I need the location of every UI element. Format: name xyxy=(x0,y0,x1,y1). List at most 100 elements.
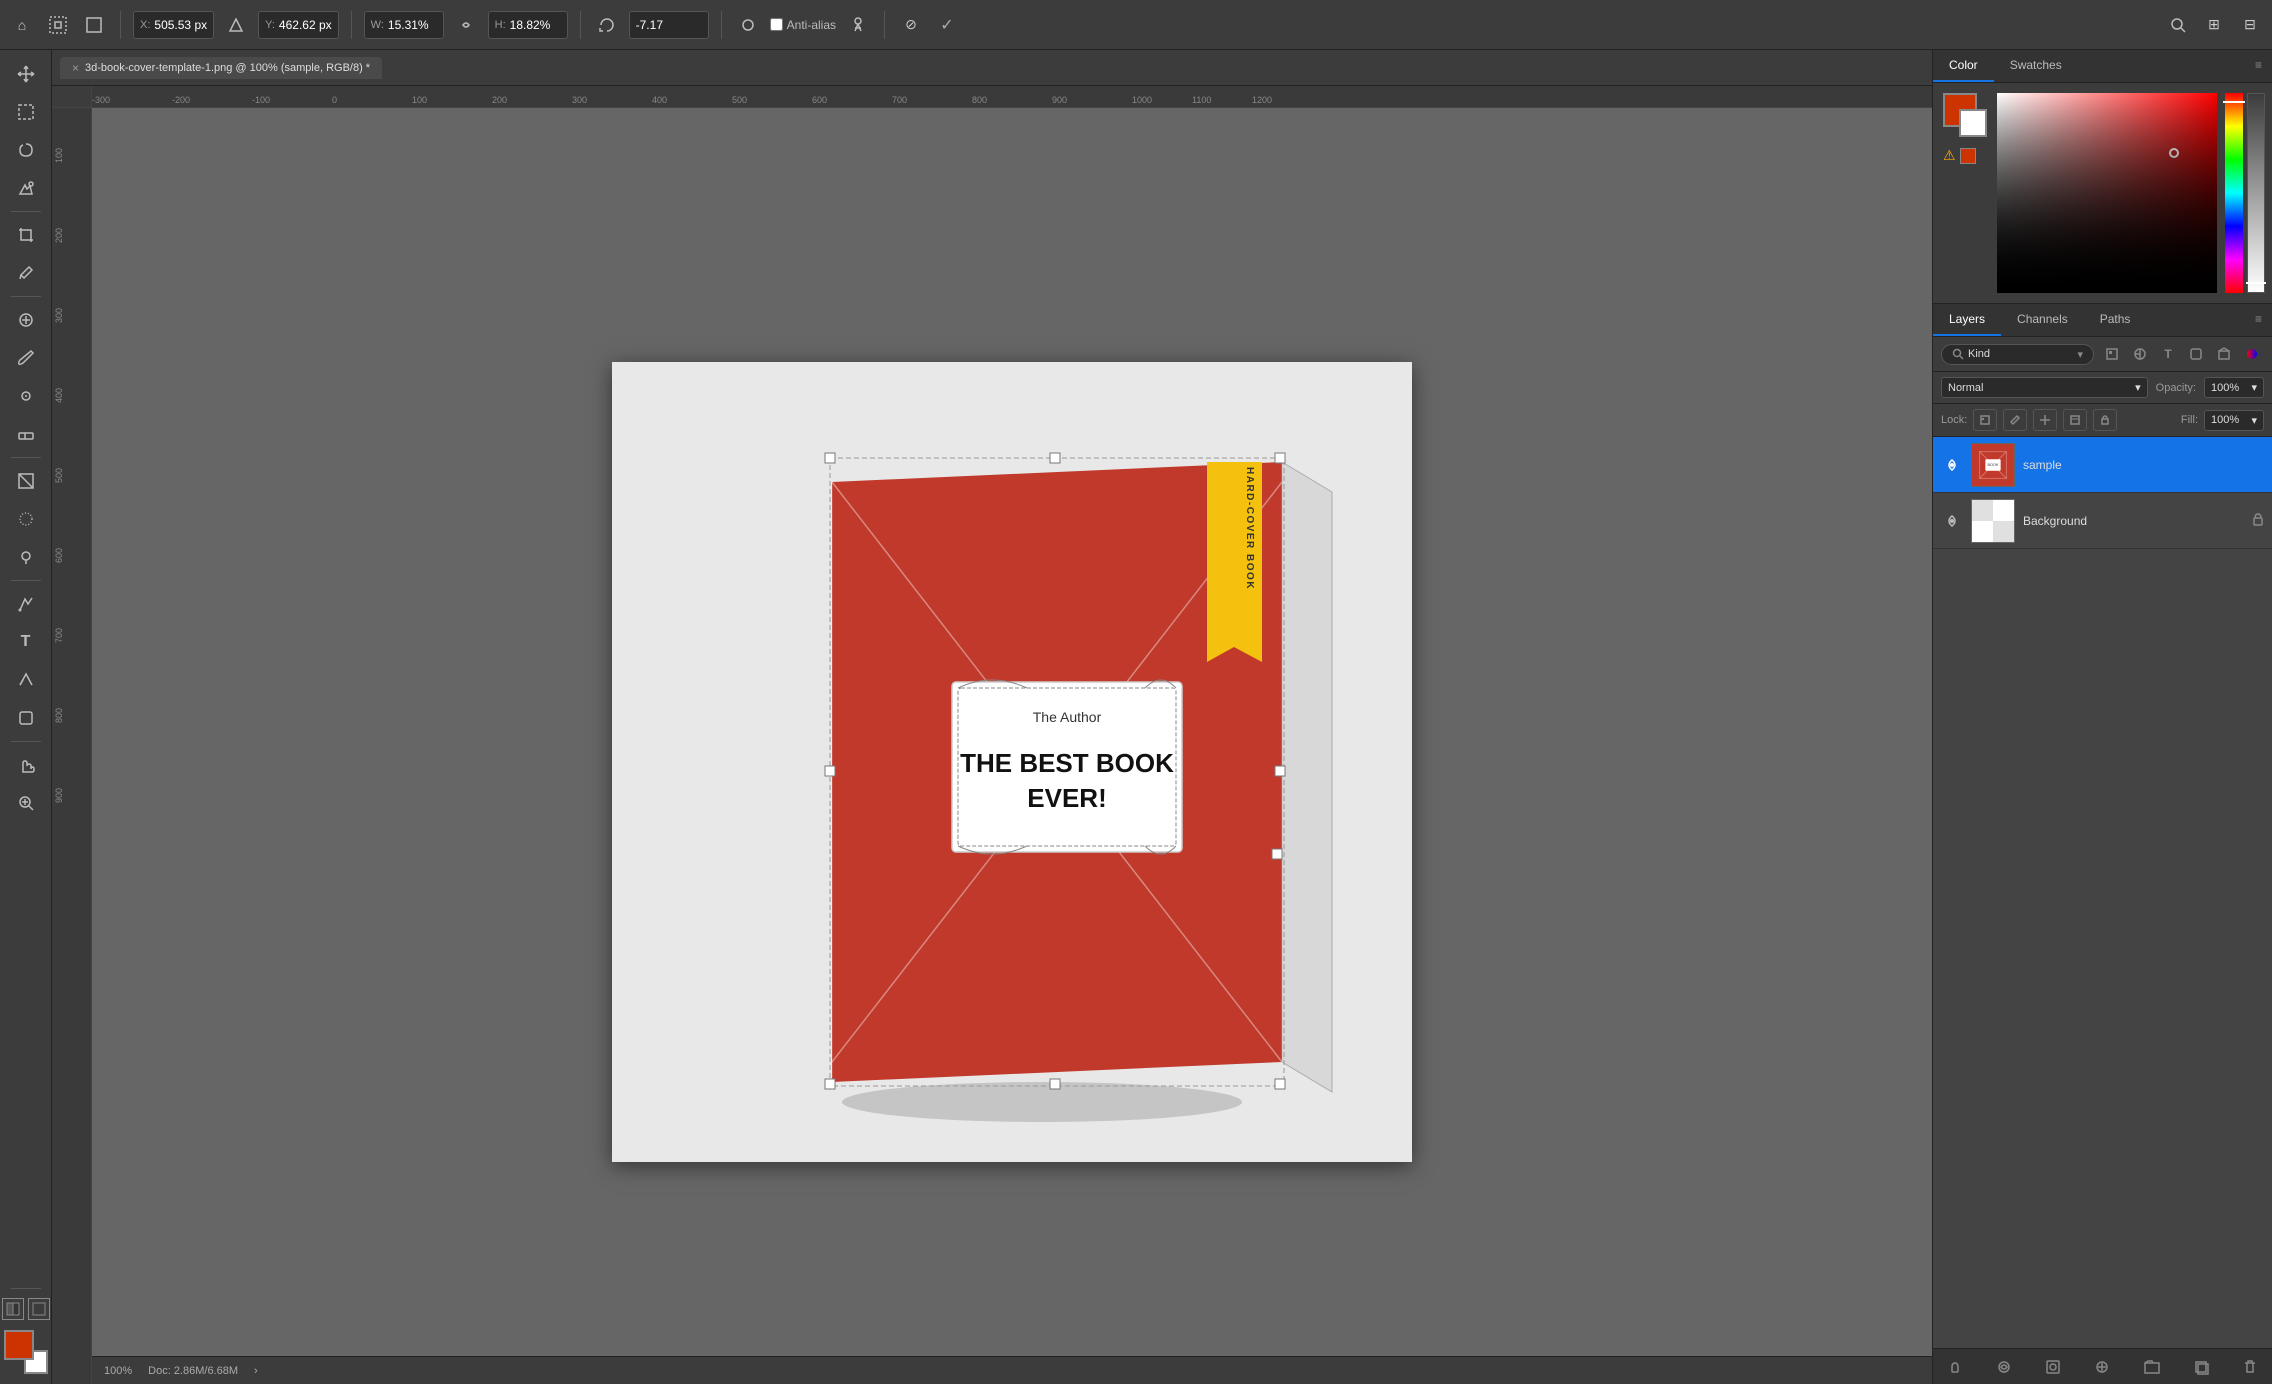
lock-all-btn[interactable] xyxy=(2093,409,2117,431)
lock-paint-btn[interactable] xyxy=(2003,409,2027,431)
text-tool[interactable]: T xyxy=(8,624,44,660)
alpha-slider[interactable] xyxy=(2247,93,2265,293)
ruler-tick: 100 xyxy=(412,95,427,105)
x-position-field[interactable]: X: 505.53 px xyxy=(133,11,214,39)
ruler-tick: 600 xyxy=(812,95,827,105)
color-panel-options[interactable]: ≡ xyxy=(2245,50,2272,82)
svg-text:THE BEST BOOK: THE BEST BOOK xyxy=(960,748,1174,778)
search-icon[interactable] xyxy=(2164,11,2192,39)
color-panel-tabs: Color Swatches ≡ xyxy=(1933,50,2272,83)
tab-swatches[interactable]: Swatches xyxy=(1994,50,2078,82)
ruler-tick: 1200 xyxy=(1252,95,1272,105)
tab-paths[interactable]: Paths xyxy=(2084,304,2147,336)
clone-stamp-tool[interactable] xyxy=(8,378,44,414)
healing-brush-tool[interactable] xyxy=(8,302,44,338)
edit-mode-icon[interactable] xyxy=(2,1298,24,1320)
tab-channels[interactable]: Channels xyxy=(2001,304,2084,336)
zoom-tool[interactable] xyxy=(8,785,44,821)
quick-select-tool[interactable] xyxy=(8,170,44,206)
layer-visibility-sample[interactable] xyxy=(1941,454,1963,476)
color-filter-toggle[interactable] xyxy=(2240,343,2264,365)
ruler-tick: 800 xyxy=(972,95,987,105)
shape-layer-filter[interactable] xyxy=(2184,343,2208,365)
background-color-swatch[interactable] xyxy=(1959,109,1987,137)
smart-object-filter[interactable] xyxy=(2212,343,2236,365)
puppet-warp-icon[interactable] xyxy=(844,11,872,39)
layer-item-background[interactable]: Background xyxy=(1933,493,2272,549)
fill-input[interactable]: 100% ▾ xyxy=(2204,410,2264,431)
svg-text:HARD-COVER BOOK: HARD-COVER BOOK xyxy=(1244,467,1255,590)
hue-slider[interactable] xyxy=(2225,93,2243,293)
layer-type-filters: T xyxy=(2100,343,2264,365)
frame-icon[interactable]: ⊞ xyxy=(2200,11,2228,39)
new-fill-layer-btn[interactable] xyxy=(2088,1353,2116,1381)
hand-tool[interactable] xyxy=(8,747,44,783)
brush-tool[interactable] xyxy=(8,340,44,376)
blur-tool[interactable] xyxy=(8,501,44,537)
tab-bar: × 3d-book-cover-template-1.png @ 100% (s… xyxy=(52,50,1932,86)
text-layer-filter[interactable]: T xyxy=(2156,343,2180,365)
path-selection-tool[interactable] xyxy=(8,662,44,698)
lock-move-btn[interactable] xyxy=(2033,409,2057,431)
gradient-tool[interactable] xyxy=(8,463,44,499)
layers-filter-toolbar: Kind ▾ T xyxy=(1933,337,2272,372)
arrow-btn[interactable]: › xyxy=(254,1365,258,1377)
tools-sep-2 xyxy=(11,296,41,297)
delete-layer-btn[interactable] xyxy=(2236,1353,2264,1381)
document-tab[interactable]: × 3d-book-cover-template-1.png @ 100% (s… xyxy=(60,57,382,79)
layers-panel-options[interactable]: ≡ xyxy=(2245,304,2272,336)
home-icon[interactable]: ⌂ xyxy=(8,11,36,39)
opacity-input[interactable]: 100% ▾ xyxy=(2204,377,2264,398)
link-icon[interactable] xyxy=(452,11,480,39)
crop-tool[interactable] xyxy=(8,217,44,253)
new-layer-btn[interactable] xyxy=(2187,1353,2215,1381)
shape-tool[interactable] xyxy=(8,700,44,736)
marquee-select-tool[interactable] xyxy=(8,94,44,130)
eraser-tool[interactable] xyxy=(8,416,44,452)
eyedropper-tool[interactable] xyxy=(8,255,44,291)
rect-transform-icon[interactable] xyxy=(80,11,108,39)
foreground-color[interactable] xyxy=(4,1330,34,1360)
height-field[interactable]: H: 18.82% xyxy=(488,11,568,39)
blend-mode-select[interactable]: Normal ▾ xyxy=(1941,377,2148,398)
layer-effects-btn[interactable] xyxy=(1990,1353,2018,1381)
v-ruler-tick: 100 xyxy=(54,148,64,163)
tab-color[interactable]: Color xyxy=(1933,50,1994,82)
tab-close[interactable]: × xyxy=(72,61,79,75)
arrange-icon[interactable]: ⊟ xyxy=(2236,11,2264,39)
pixel-layer-filter[interactable] xyxy=(2100,343,2124,365)
color-picker-row xyxy=(1997,93,2265,293)
new-group-btn[interactable] xyxy=(2138,1353,2166,1381)
layer-item-sample[interactable]: BOOK sample xyxy=(1933,437,2272,493)
ruler-tick: 700 xyxy=(892,95,907,105)
angle-field[interactable]: -7.17 xyxy=(629,11,709,39)
color-swatches-left: ⚠ xyxy=(1943,93,1987,293)
width-field[interactable]: W: 15.31% xyxy=(364,11,444,39)
tab-layers[interactable]: Layers xyxy=(1933,304,2001,336)
ruler-tick: 1000 xyxy=(1132,95,1152,105)
move-tool[interactable] xyxy=(8,56,44,92)
dodge-tool[interactable] xyxy=(8,539,44,575)
lock-pixels-btn[interactable] xyxy=(1973,409,1997,431)
layer-mask-btn[interactable] xyxy=(2039,1353,2067,1381)
fill-label: Fill: xyxy=(2181,414,2198,426)
layers-filter-select[interactable]: Kind ▾ xyxy=(1941,344,2094,365)
no-icon[interactable]: ⊘ xyxy=(897,11,925,39)
adjustment-layer-filter[interactable] xyxy=(2128,343,2152,365)
screen-mode-icon[interactable] xyxy=(28,1298,50,1320)
pen-tool[interactable] xyxy=(8,586,44,622)
antialias-checkbox[interactable] xyxy=(770,18,783,31)
lasso-tool[interactable] xyxy=(8,132,44,168)
y-position-field[interactable]: Y: 462.62 px xyxy=(258,11,339,39)
color-gradient-picker[interactable] xyxy=(1997,93,2217,293)
layer-link-btn[interactable] xyxy=(1941,1353,1969,1381)
layer-visibility-background[interactable] xyxy=(1941,510,1963,532)
lock-artboard-btn[interactable] xyxy=(2063,409,2087,431)
transform-select-icon[interactable] xyxy=(44,11,72,39)
tools-sep-5 xyxy=(11,741,41,742)
out-of-gamut-color[interactable] xyxy=(1960,148,1976,164)
layers-panel: Layers Channels Paths ≡ Kind ▾ xyxy=(1933,304,2272,1384)
canvas-content[interactable]: The Author THE BEST BOOK EVER! HARD-COVE… xyxy=(92,108,1932,1384)
canvas-wrapper[interactable]: -300 -200 -100 0 100 200 300 400 500 600… xyxy=(52,86,1932,1384)
confirm-button[interactable]: ✓ xyxy=(933,11,961,39)
